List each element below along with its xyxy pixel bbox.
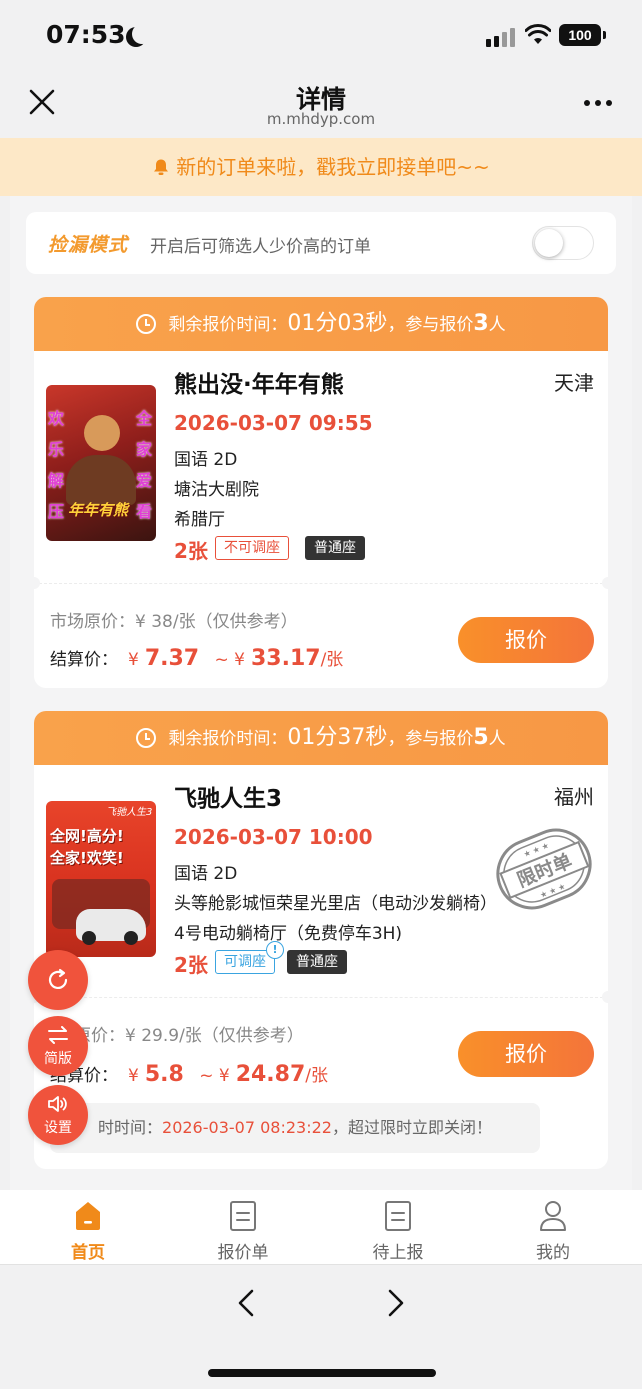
info-icon[interactable]: ! xyxy=(266,941,284,959)
movie-title: 熊出没·年年有熊 xyxy=(174,372,344,398)
forward-icon[interactable] xyxy=(386,1289,406,1317)
showtime: 2026-03-07 10:00 xyxy=(174,825,373,849)
order-card: 剩余报价时间：01分03秒，参与报价3人 欢乐解压 全家爱看 年年有熊 熊出没·… xyxy=(28,297,614,688)
showtime: 2026-03-07 09:55 xyxy=(174,411,373,435)
tab-quotes-label: 报价单 xyxy=(217,1243,269,1263)
tag-seat-adjust: 不可调座 xyxy=(215,536,289,560)
participants-label: 参与报价 xyxy=(405,729,474,749)
tab-pending[interactable]: 待上报 xyxy=(318,1190,478,1264)
poster-slogan-1: 全网!高分! xyxy=(50,827,124,845)
city: 天津 xyxy=(554,371,594,395)
timer-value: 01分37秒 xyxy=(287,725,388,750)
status-time: 07:53 xyxy=(46,20,126,49)
document-icon xyxy=(385,1201,411,1231)
market-price: 原价：¥ 29.9/张（仅供参考） xyxy=(74,1026,304,1046)
movie-poster: 欢乐解压 全家爱看 年年有熊 xyxy=(46,385,156,541)
pick-mode-desc: 开启后可筛选人少价高的订单 xyxy=(150,237,371,257)
tab-profile[interactable]: 我的 xyxy=(473,1190,633,1264)
movie-title: 飞驰人生3 xyxy=(174,786,283,812)
cinema: 塘沽大剧院 xyxy=(174,480,259,500)
participants-unit: 人 xyxy=(488,729,506,749)
toggle-knob xyxy=(535,229,563,257)
clock-icon xyxy=(136,728,157,748)
order-timer-bar: 剩余报价时间：01分03秒，参与报价3人 xyxy=(34,297,608,351)
movie-poster: 飞驰人生3 全网!高分! 全家!欢笑! xyxy=(46,801,156,957)
market-price: 市场原价：¥ 38/张（仅供参考） xyxy=(50,612,298,632)
tab-quotes[interactable]: 报价单 xyxy=(163,1190,323,1264)
timer-value: 01分03秒 xyxy=(287,311,388,336)
format: 国语 2D xyxy=(174,864,238,884)
bell-icon xyxy=(154,159,169,175)
moon-icon xyxy=(132,24,152,44)
tab-profile-label: 我的 xyxy=(536,1243,570,1263)
status-bar: 07:53 100 xyxy=(0,0,642,72)
notice-text: 新的订单来啦，戳我立即接单吧~~ xyxy=(176,155,490,179)
refresh-button[interactable] xyxy=(28,950,88,1010)
browser-bottom-bar xyxy=(0,1264,642,1389)
timer-label: 剩余报价时间： xyxy=(168,729,288,749)
clock-icon xyxy=(136,314,157,334)
bottom-tab-bar: 首页 报价单 待上报 我的 xyxy=(0,1190,642,1264)
simple-mode-button[interactable]: 简版 xyxy=(28,1016,88,1076)
simple-mode-label: 简版 xyxy=(44,1051,72,1067)
tab-home[interactable]: 首页 xyxy=(8,1190,168,1264)
hall: 4号电动躺椅厅（免费停车3H) xyxy=(174,924,403,944)
city: 福州 xyxy=(554,785,594,809)
participants-count: 3 xyxy=(473,311,489,336)
poster-slogan-2: 全家!欢笑! xyxy=(50,849,124,867)
signal-icon xyxy=(486,27,516,47)
ticket-quantity: 2张 xyxy=(174,953,208,977)
timer-label: 剩余报价时间： xyxy=(168,315,288,335)
poster-left-text: 欢乐解压 xyxy=(48,409,65,521)
order-timer-bar: 剩余报价时间：01分37秒，参与报价5人 xyxy=(34,711,608,765)
pick-mode-card: 捡漏模式 开启后可筛选人少价高的订单 xyxy=(26,212,616,274)
settle-price: 结算价： ¥5.8 ~ ¥24.87/张 xyxy=(50,1062,329,1087)
format: 国语 2D xyxy=(174,450,238,470)
new-order-notice[interactable]: 新的订单来啦，戳我立即接单吧~~ xyxy=(0,138,642,196)
participants-label: 参与报价 xyxy=(405,315,474,335)
poster-logo-text: 飞驰人生3 xyxy=(106,807,153,818)
poster-title-text: 年年有熊 xyxy=(68,501,129,519)
page-domain: m.mhdyp.com xyxy=(266,110,376,128)
poster-right-text: 全家爱看 xyxy=(136,409,153,521)
speaker-icon xyxy=(48,1096,67,1112)
limited-time-stamp: 限时单 ★ ★ ★ ★ ★ ★ xyxy=(496,828,592,910)
home-indicator xyxy=(208,1369,436,1377)
switch-icon xyxy=(48,1026,68,1044)
tab-home-label: 首页 xyxy=(71,1243,105,1263)
quote-button[interactable]: 报价 xyxy=(458,617,594,663)
wifi-icon xyxy=(525,24,551,44)
quote-button[interactable]: 报价 xyxy=(458,1031,594,1077)
divider xyxy=(34,997,608,998)
settings-button[interactable]: 设置 xyxy=(28,1085,88,1145)
order-card: 剩余报价时间：01分37秒，参与报价5人 飞驰人生3 全网!高分! 全家!欢笑!… xyxy=(28,711,614,1169)
divider xyxy=(34,583,608,584)
home-icon xyxy=(76,1202,100,1230)
document-icon xyxy=(230,1201,256,1231)
browser-nav-bar: 详情 m.mhdyp.com xyxy=(0,72,642,138)
participants-count: 5 xyxy=(473,725,489,750)
participants-unit: 人 xyxy=(488,315,506,335)
more-icon[interactable] xyxy=(584,100,614,108)
deadline-notice: 时时间：2026-03-07 08:23:22，超过限时立即关闭！ xyxy=(50,1103,540,1153)
ticket-quantity: 2张 xyxy=(174,539,208,563)
tab-pending-label: 待上报 xyxy=(372,1243,424,1263)
pick-mode-toggle[interactable] xyxy=(532,226,594,260)
settings-label: 设置 xyxy=(44,1120,72,1136)
refresh-icon xyxy=(48,968,68,989)
hall: 希腊厅 xyxy=(174,510,225,530)
battery-indicator: 100 xyxy=(559,24,606,46)
cinema: 头等舱影城恒荣星光里店（电动沙发躺椅） xyxy=(174,894,497,914)
back-icon[interactable] xyxy=(236,1289,256,1317)
tag-seat-type: 普通座 xyxy=(287,950,347,974)
user-icon xyxy=(540,1201,566,1231)
tag-seat-type: 普通座 xyxy=(305,536,365,560)
pick-mode-title: 捡漏模式 xyxy=(48,234,129,256)
settle-price: 结算价： ¥7.37 ~ ¥33.17/张 xyxy=(50,646,344,671)
